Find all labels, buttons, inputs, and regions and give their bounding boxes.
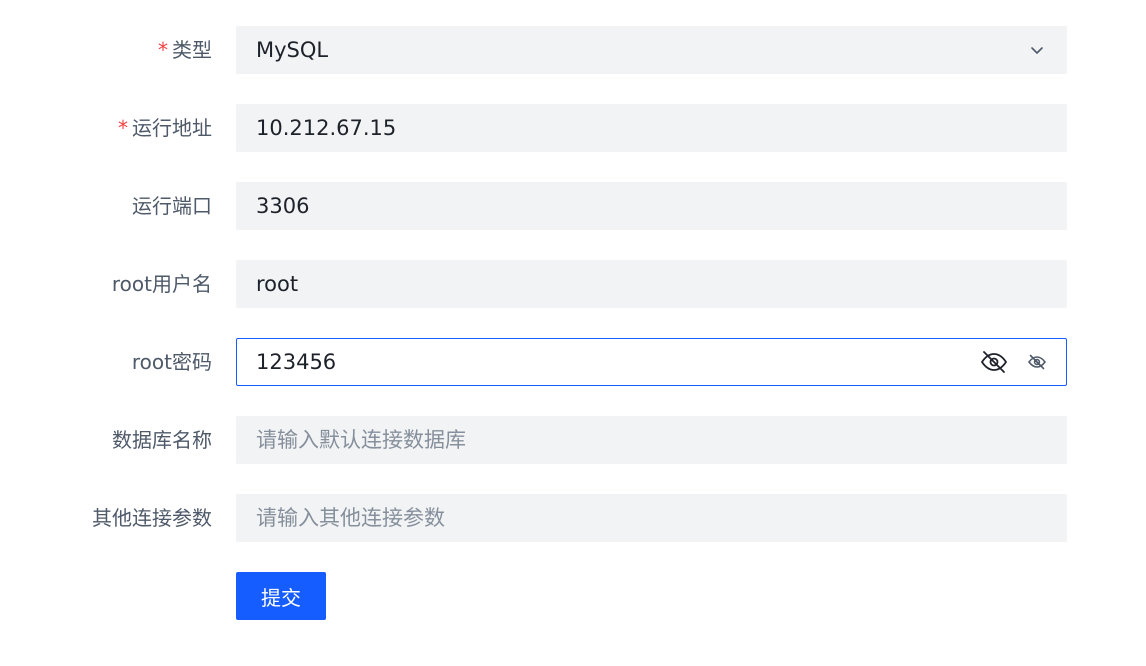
params-field xyxy=(236,494,1067,542)
required-mark: * xyxy=(118,116,128,140)
form-row-database: 数据库名称 xyxy=(0,416,1146,464)
params-input[interactable] xyxy=(256,495,1047,541)
type-select[interactable]: MySQL xyxy=(236,26,1067,74)
username-input[interactable] xyxy=(256,261,1047,307)
password-label: root密码 xyxy=(131,350,212,374)
required-mark: * xyxy=(158,38,168,62)
password-visibility-toggles xyxy=(979,347,1047,377)
database-input[interactable] xyxy=(256,417,1047,463)
host-field xyxy=(236,104,1067,152)
database-label: 数据库名称 xyxy=(112,428,212,452)
username-field xyxy=(236,260,1067,308)
form-row-username: root用户名 xyxy=(0,260,1146,308)
form-row-submit: 提交 xyxy=(0,572,1146,620)
connection-form: *类型 MySQL *运行地址 运行端口 root用户名 xyxy=(0,26,1146,620)
port-input[interactable] xyxy=(256,183,1047,229)
database-field xyxy=(236,416,1067,464)
type-label: * 类型 xyxy=(158,26,212,74)
form-row-password: root密码 xyxy=(0,338,1146,386)
eye-off-icon[interactable] xyxy=(979,347,1009,377)
host-label: * 运行地址 xyxy=(118,104,212,152)
username-label: root用户名 xyxy=(111,272,212,296)
params-label: 其他连接参数 xyxy=(92,506,212,530)
host-label-text: 运行地址 xyxy=(132,116,212,140)
type-label-text: 类型 xyxy=(172,38,212,62)
form-row-type: * 类型 MySQL xyxy=(0,26,1146,74)
form-row-host: * 运行地址 xyxy=(0,104,1146,152)
password-input[interactable] xyxy=(256,339,979,385)
host-input[interactable] xyxy=(256,105,1047,151)
password-field xyxy=(236,338,1067,386)
port-field xyxy=(236,182,1067,230)
submit-button[interactable]: 提交 xyxy=(236,572,326,620)
eye-off-icon[interactable] xyxy=(1027,352,1047,372)
form-row-port: 运行端口 xyxy=(0,182,1146,230)
port-label: 运行端口 xyxy=(132,194,212,218)
chevron-down-icon[interactable] xyxy=(1027,40,1047,60)
form-row-params: 其他连接参数 xyxy=(0,494,1146,542)
type-select-value: MySQL xyxy=(256,38,329,62)
